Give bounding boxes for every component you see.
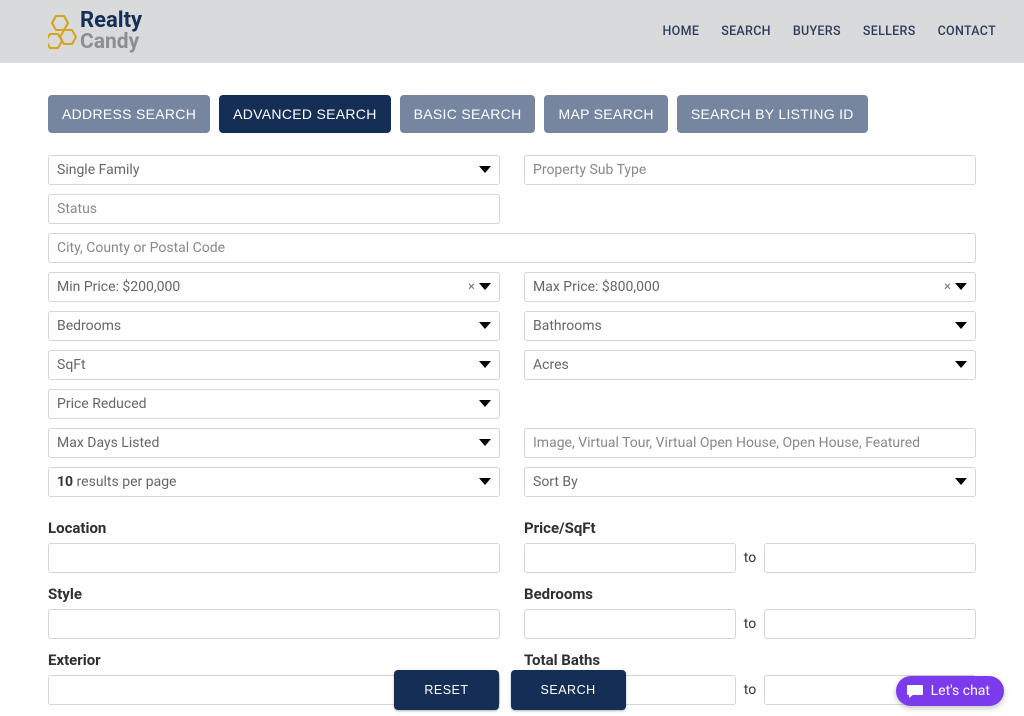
property-type-select[interactable]: Single Family [48, 155, 500, 185]
top-nav: HOME SEARCH BUYERS SELLERS CONTACT [663, 24, 996, 39]
min-price-select[interactable]: Min Price: $200,000 × [48, 272, 500, 302]
exterior-label: Exterior [48, 651, 500, 669]
tab-address-search[interactable]: ADDRESS SEARCH [48, 95, 210, 133]
price-sqft-max-input[interactable] [764, 543, 976, 573]
chevron-down-icon [479, 166, 491, 174]
nav-buyers[interactable]: BUYERS [793, 24, 841, 39]
chevron-down-icon [955, 361, 967, 369]
chevron-down-icon [479, 478, 491, 486]
chat-label: Let's chat [931, 683, 990, 699]
price-sqft-label: Price/SqFt [524, 519, 976, 537]
image-tour-field[interactable]: Image, Virtual Tour, Virtual Open House,… [524, 428, 976, 458]
chevron-down-icon [955, 478, 967, 486]
total-baths-label: Total Baths [524, 651, 976, 669]
logo-hex-icon [48, 12, 78, 52]
price-sqft-min-input[interactable] [524, 543, 736, 573]
sort-by-select[interactable]: Sort By [524, 467, 976, 497]
range-to: to [744, 682, 756, 698]
chat-icon [906, 683, 924, 699]
nav-sellers[interactable]: SELLERS [863, 24, 916, 39]
chevron-down-icon [479, 439, 491, 447]
advanced-search-form: Single Family Property Sub Type Status C… [0, 133, 1024, 716]
nav-home[interactable]: HOME [663, 24, 700, 39]
style-input[interactable] [48, 609, 500, 639]
bedrooms-range-label: Bedrooms [524, 585, 976, 603]
location-label: Location [48, 519, 500, 537]
price-reduced-select[interactable]: Price Reduced [48, 389, 500, 419]
clear-icon[interactable]: × [468, 280, 475, 295]
range-to: to [744, 616, 756, 632]
brand-logo: Realty Candy [48, 10, 142, 53]
chat-widget[interactable]: Let's chat [896, 676, 1004, 706]
brand-line2: Candy [80, 32, 142, 53]
style-label: Style [48, 585, 500, 603]
location-input[interactable] [48, 543, 500, 573]
bathrooms-select[interactable]: Bathrooms [524, 311, 976, 341]
results-per-page-select[interactable]: 10 results per page [48, 467, 500, 497]
max-price-select[interactable]: Max Price: $800,000 × [524, 272, 976, 302]
acres-select[interactable]: Acres [524, 350, 976, 380]
sqft-select[interactable]: SqFt [48, 350, 500, 380]
property-sub-type-field[interactable]: Property Sub Type [524, 155, 976, 185]
tab-advanced-search[interactable]: ADVANCED SEARCH [219, 95, 391, 133]
search-button[interactable]: SEARCH [511, 670, 626, 710]
tab-listing-id-search[interactable]: SEARCH BY LISTING ID [677, 95, 868, 133]
clear-icon[interactable]: × [944, 280, 951, 295]
site-header: Realty Candy HOME SEARCH BUYERS SELLERS … [0, 0, 1024, 63]
chevron-down-icon [479, 361, 491, 369]
nav-contact[interactable]: CONTACT [938, 24, 996, 39]
search-tabs: ADDRESS SEARCH ADVANCED SEARCH BASIC SEA… [0, 63, 1024, 133]
tab-basic-search[interactable]: BASIC SEARCH [400, 95, 536, 133]
chevron-down-icon [955, 283, 967, 291]
brand-line1: Realty [80, 10, 142, 32]
max-days-listed-select[interactable]: Max Days Listed [48, 428, 500, 458]
chevron-down-icon [479, 400, 491, 408]
status-field[interactable]: Status [48, 194, 500, 224]
range-to: to [744, 550, 756, 566]
bedrooms-max-input[interactable] [764, 609, 976, 639]
chevron-down-icon [479, 283, 491, 291]
tab-map-search[interactable]: MAP SEARCH [544, 95, 667, 133]
chevron-down-icon [955, 322, 967, 330]
bedrooms-min-input[interactable] [524, 609, 736, 639]
nav-search[interactable]: SEARCH [721, 24, 771, 39]
city-county-postal-input[interactable]: City, County or Postal Code [48, 233, 976, 263]
bedrooms-select[interactable]: Bedrooms [48, 311, 500, 341]
reset-button[interactable]: RESET [394, 670, 498, 710]
chevron-down-icon [479, 322, 491, 330]
